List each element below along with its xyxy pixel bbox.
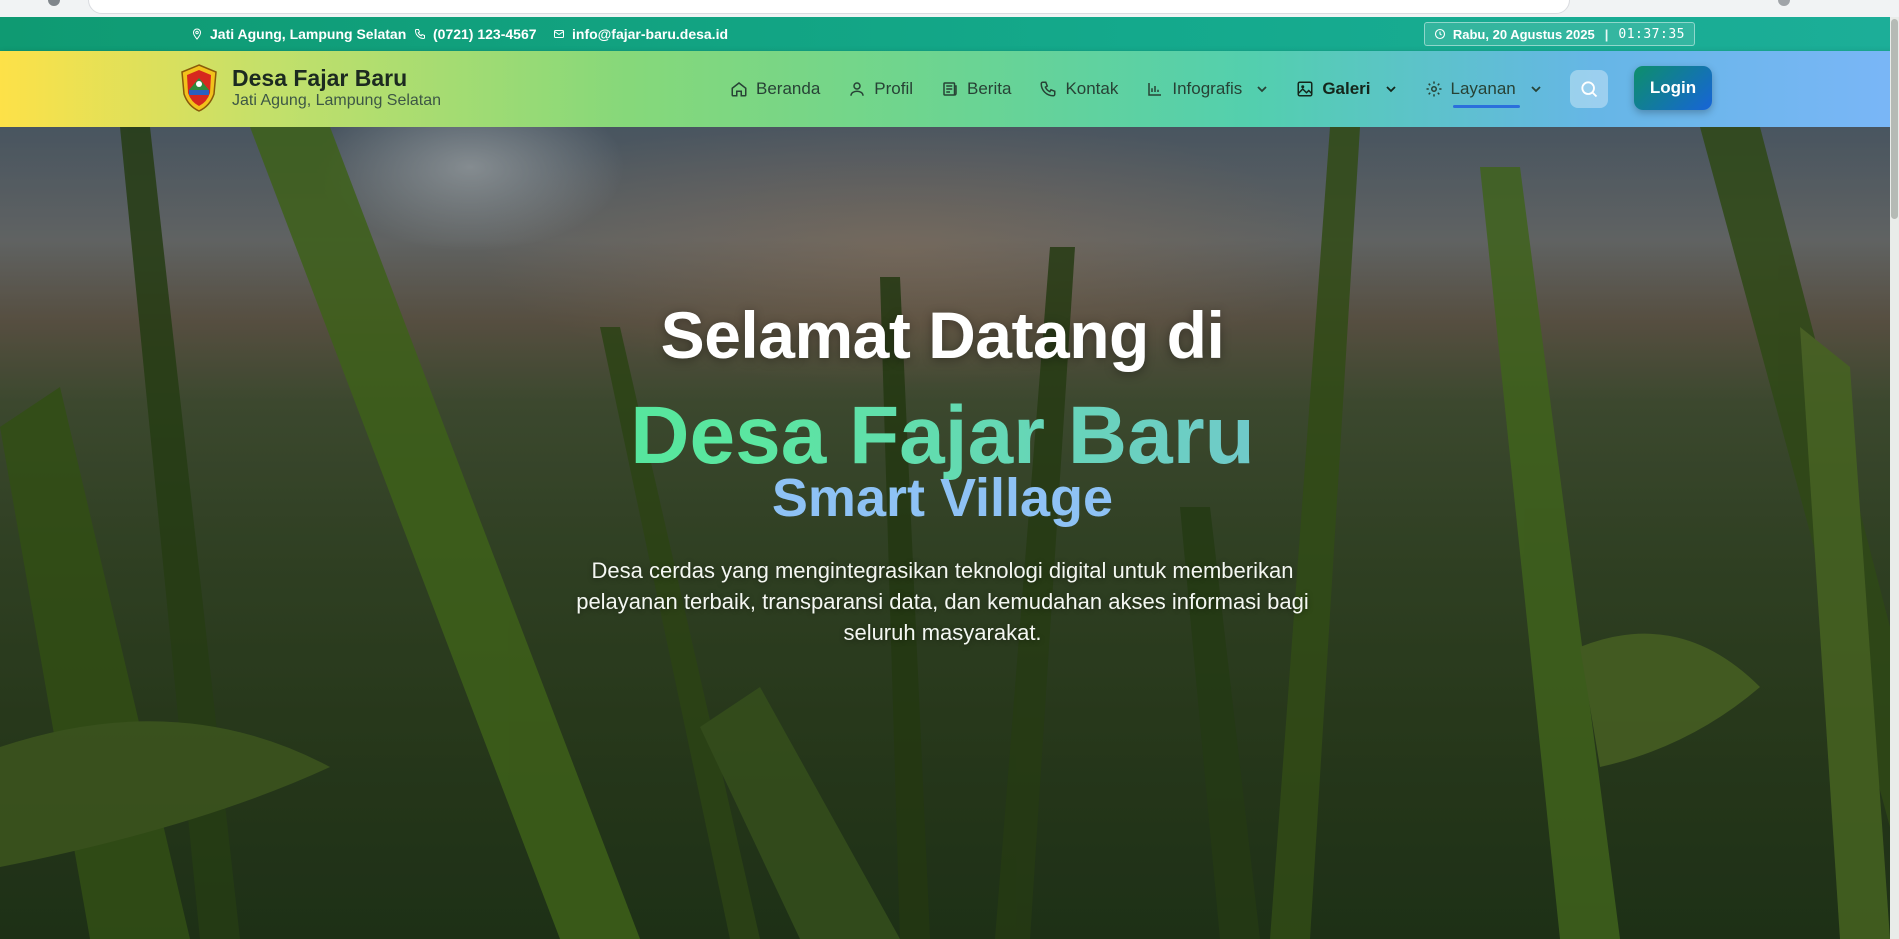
- topbar-location: Jati Agung, Lampung Selatan: [191, 17, 406, 51]
- current-time: 01:37:35: [1618, 26, 1685, 42]
- brand-title: Desa Fajar Baru: [232, 65, 408, 91]
- chevron-down-icon: [1257, 86, 1267, 93]
- browser-address-bar[interactable]: [88, 0, 1570, 14]
- hero-welcome-heading: Selamat Datang di: [660, 298, 1225, 372]
- main-navbar: Desa Fajar Baru Jati Agung, Lampung Sela…: [0, 51, 1899, 127]
- chevron-down-icon: [1531, 86, 1541, 93]
- clock-icon: [1434, 28, 1445, 40]
- browser-chrome: [0, 0, 1899, 17]
- nav-item-profil[interactable]: Profil: [848, 79, 913, 99]
- map-pin-icon: [192, 28, 202, 40]
- page-scrollbar[interactable]: [1890, 17, 1899, 939]
- search-button[interactable]: [1570, 70, 1608, 108]
- login-button[interactable]: Login: [1634, 66, 1712, 110]
- topbar-phone[interactable]: (0721) 123-4567: [414, 17, 537, 51]
- hero-overlay: [0, 127, 1890, 939]
- nav-menu: Beranda Profil Berita Kontak Infografis …: [730, 51, 1570, 127]
- date-separator: |: [1604, 26, 1609, 42]
- hero-tagline: Smart Village: [771, 468, 1114, 528]
- top-info-bar: Jati Agung, Lampung Selatan (0721) 123-4…: [0, 17, 1899, 51]
- browser-reload-icon[interactable]: [48, 0, 60, 6]
- nav-item-label: Kontak: [1065, 79, 1119, 98]
- mail-icon: [554, 30, 564, 38]
- phone-icon: [1040, 81, 1056, 97]
- image-icon: [1297, 81, 1313, 97]
- phone-icon: [414, 29, 425, 40]
- search-icon: [1581, 81, 1598, 98]
- village-emblem-icon: [181, 64, 217, 112]
- nav-item-galeri[interactable]: Galeri: [1296, 79, 1396, 99]
- newspaper-icon: [943, 82, 957, 96]
- date-time-badge: Rabu, 20 Agustus 2025 | 01:37:35: [1423, 22, 1695, 46]
- nav-item-label: Profil: [874, 79, 914, 98]
- bar-chart-icon: [1148, 83, 1162, 96]
- nav-item-berita[interactable]: Berita: [941, 79, 1011, 99]
- gear-icon: [1426, 81, 1442, 97]
- current-date: Rabu, 20 Agustus 2025: [1452, 26, 1595, 42]
- brand-subtitle: Jati Agung, Lampung Selatan: [232, 92, 442, 109]
- hero-section: Selamat Datang di Desa Fajar Baru Smart …: [0, 127, 1890, 939]
- home-icon: [731, 82, 747, 97]
- browser-profile-avatar[interactable]: [1778, 0, 1790, 6]
- active-nav-indicator: [1452, 105, 1520, 108]
- nav-item-infografis[interactable]: Infografis: [1146, 79, 1268, 99]
- user-icon: [850, 82, 865, 96]
- nav-item-label: Infografis: [1172, 79, 1243, 98]
- topbar-email[interactable]: info@fajar-baru.desa.id: [553, 17, 728, 51]
- nav-item-label: Beranda: [756, 79, 821, 98]
- chevron-down-icon: [1385, 86, 1396, 93]
- nav-item-beranda[interactable]: Beranda: [730, 79, 820, 99]
- hero-description: Desa cerdas yang mengintegrasikan teknol…: [576, 558, 1309, 645]
- scrollbar-thumb[interactable]: [1891, 19, 1898, 219]
- nav-item-kontak[interactable]: Kontak: [1039, 79, 1118, 99]
- nav-item-label: Layanan: [1450, 79, 1516, 98]
- nav-item-layanan[interactable]: Layanan: [1425, 79, 1542, 108]
- brand[interactable]: Desa Fajar Baru Jati Agung, Lampung Sela…: [180, 64, 441, 112]
- nav-item-label: Berita: [967, 79, 1012, 98]
- topbar-phone-text: (0721) 123-4567: [433, 26, 537, 42]
- topbar-email-text: info@fajar-baru.desa.id: [572, 26, 729, 42]
- nav-item-label: Galeri: [1322, 79, 1371, 98]
- topbar-location-text: Jati Agung, Lampung Selatan: [210, 26, 407, 42]
